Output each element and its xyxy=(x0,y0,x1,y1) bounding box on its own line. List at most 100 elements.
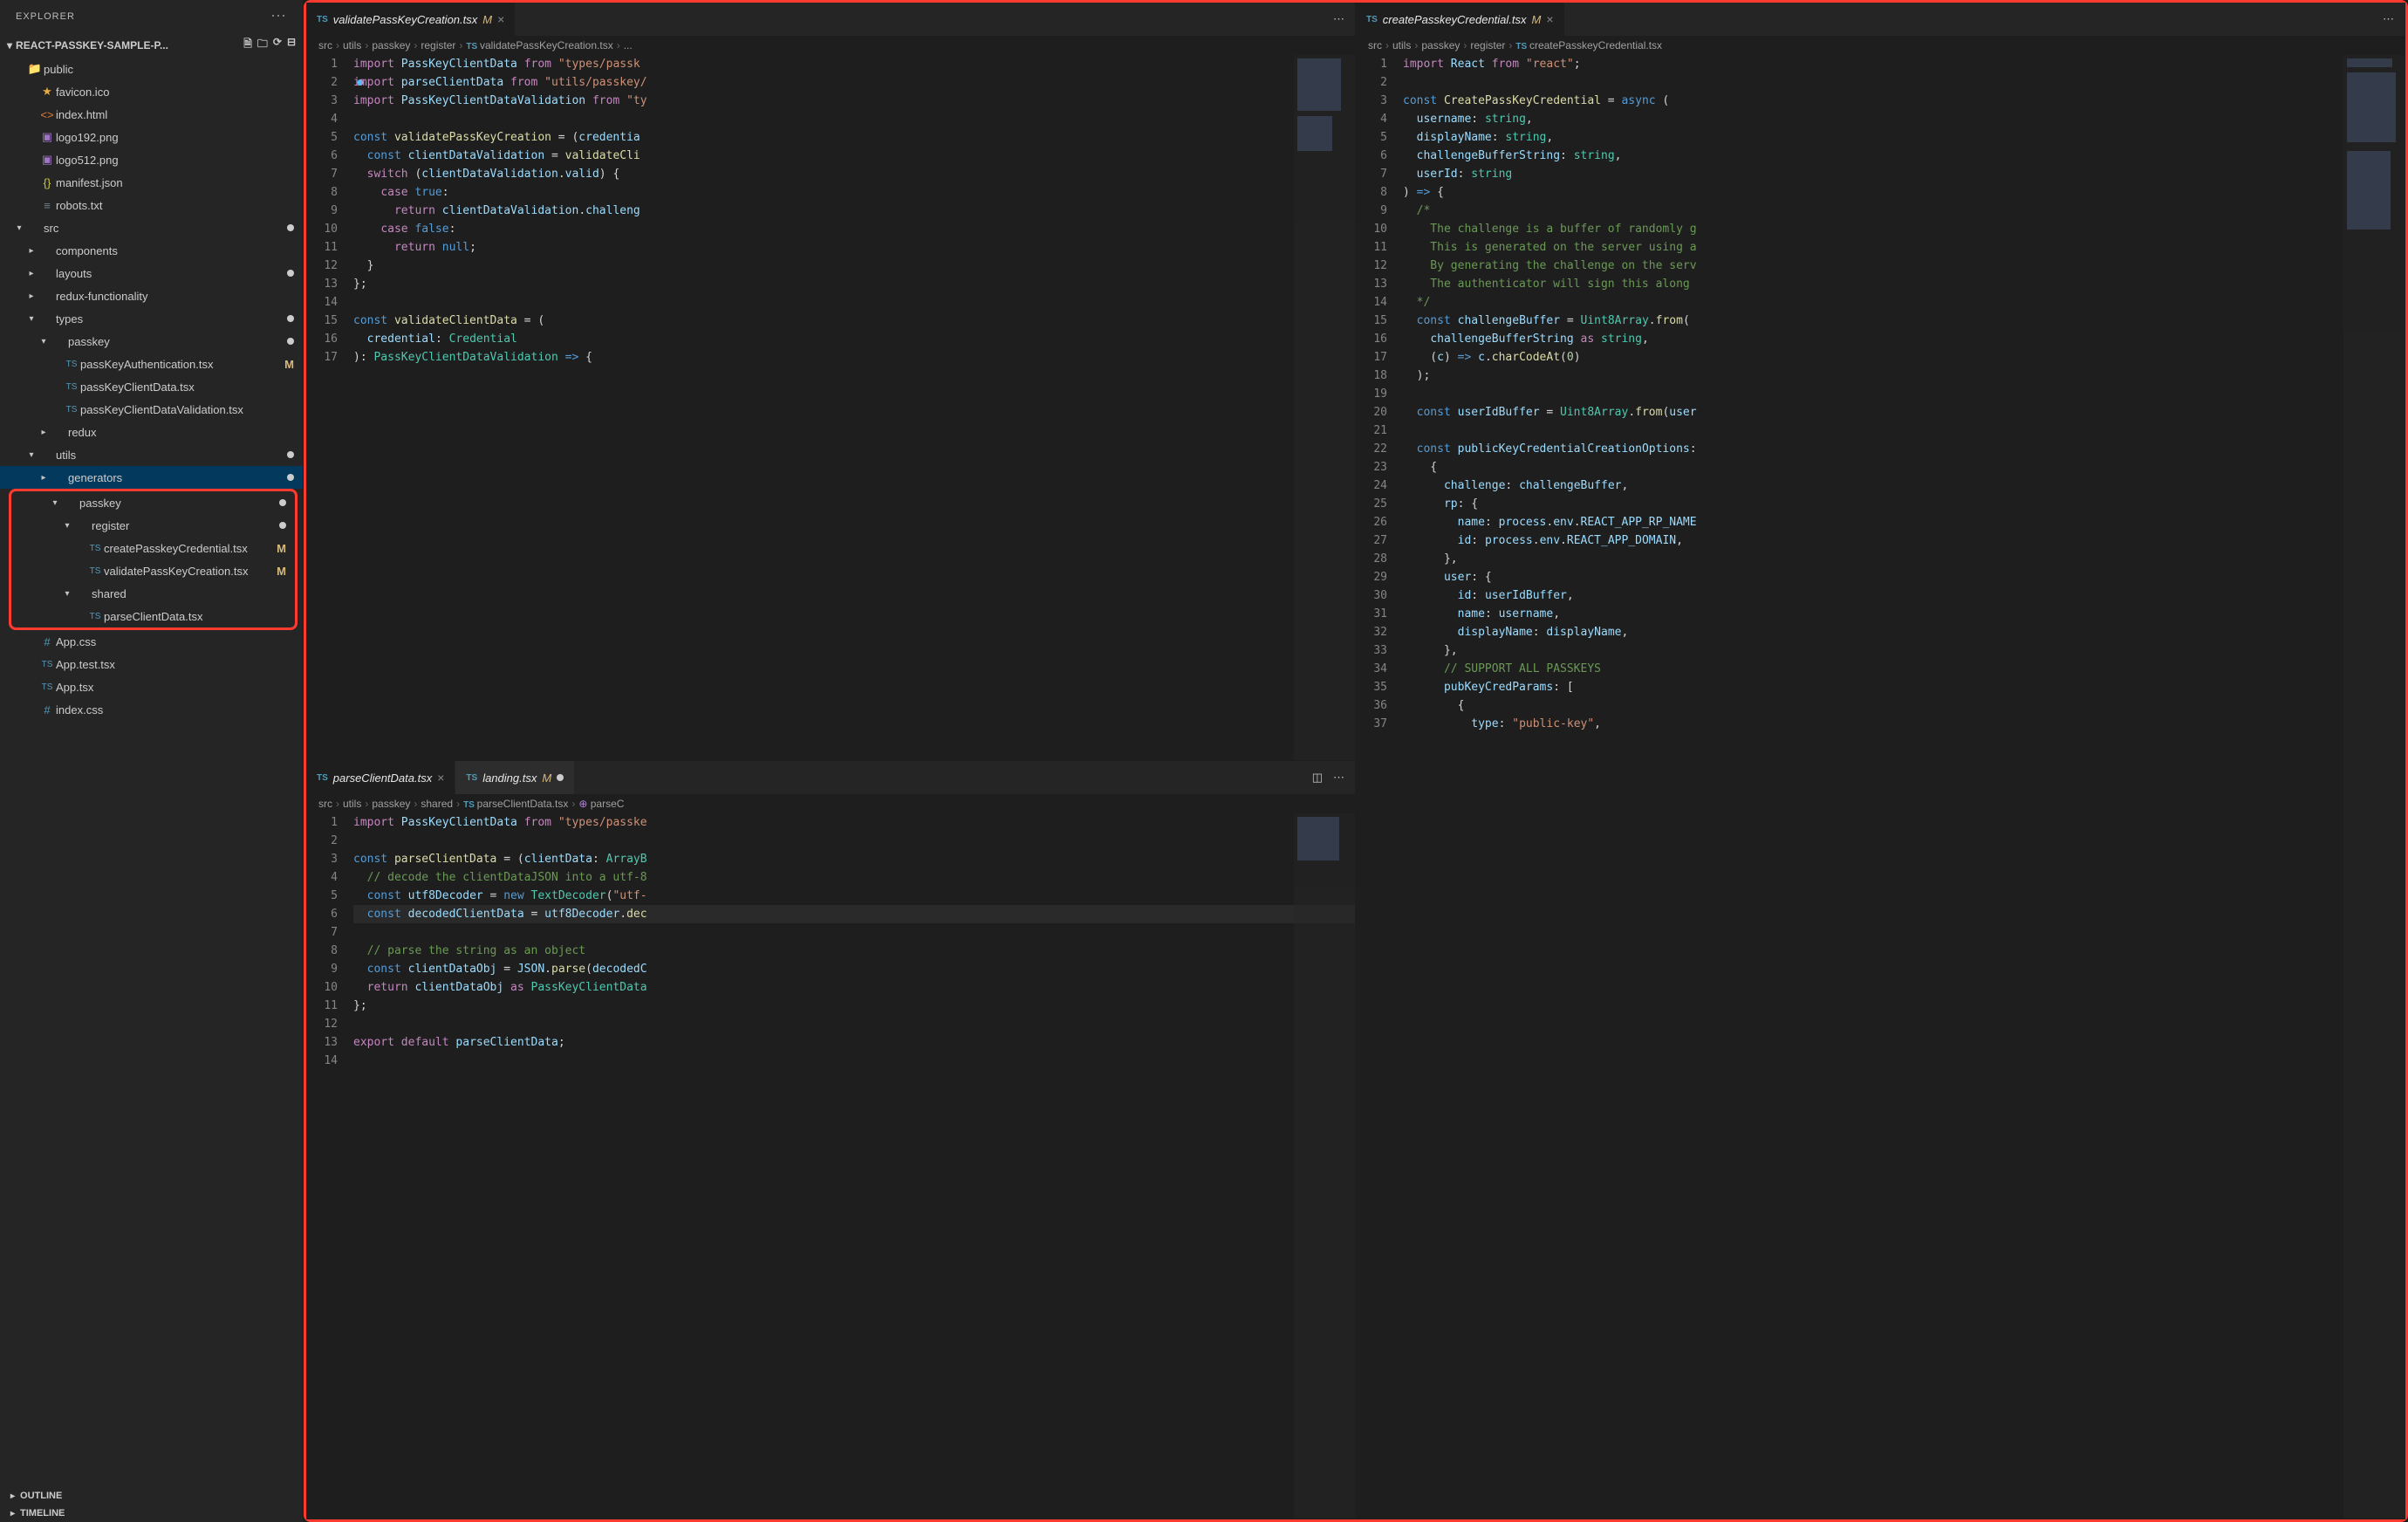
new-file-icon[interactable]: 🗎 xyxy=(243,36,252,54)
modified-badge: M xyxy=(284,358,294,371)
tree-item-redux[interactable]: ▸redux xyxy=(0,421,303,443)
tree-item-public[interactable]: 📁public xyxy=(0,58,303,80)
file-icon: TS xyxy=(63,405,80,415)
tree-item-src[interactable]: ▾src xyxy=(0,216,303,239)
project-header[interactable]: ▾ REACT-PASSKEY-SAMPLE-P... 🗎 🗀 ⟳ ⊟ xyxy=(0,32,303,58)
file-icon: TS xyxy=(63,360,80,369)
tree-item-logo512-png[interactable]: ▣logo512.png xyxy=(0,148,303,171)
tree-item-passkeyauthentication-tsx[interactable]: TSpassKeyAuthentication.tsxM xyxy=(0,353,303,375)
split-icon[interactable]: ◫ xyxy=(1312,771,1323,785)
dirty-dot-icon xyxy=(287,451,294,458)
dirty-dot-icon xyxy=(287,270,294,277)
code-editor[interactable]: 1234567891011121314151617181920212223242… xyxy=(1356,55,2405,1519)
file-icon: ★ xyxy=(38,85,56,99)
tree-item-createpasskeycredential-tsx[interactable]: TScreatePasskeyCredential.tsxM xyxy=(11,537,295,559)
breadcrumb-item[interactable]: passkey xyxy=(372,39,410,51)
tree-item-logo192-png[interactable]: ▣logo192.png xyxy=(0,126,303,148)
tree-item-manifest-json[interactable]: {}manifest.json xyxy=(0,171,303,194)
more-icon[interactable]: ⋯ xyxy=(1333,12,1344,26)
breadcrumb-item[interactable]: TS validatePassKeyCreation.tsx xyxy=(466,39,612,51)
minimap[interactable] xyxy=(1294,813,1355,1519)
tab-bar: TS validatePassKeyCreation.tsx M × ⋯ xyxy=(306,3,1355,36)
tree-item-validatepasskeycreation-tsx[interactable]: TSvalidatePassKeyCreation.tsxM xyxy=(11,559,295,582)
breadcrumb-item[interactable]: utils xyxy=(343,798,361,810)
tree-item-generators[interactable]: ▸generators xyxy=(0,466,303,489)
ts-icon: TS xyxy=(1366,15,1378,24)
tree-item-components[interactable]: ▸components xyxy=(0,239,303,262)
tree-item-shared[interactable]: ▾shared xyxy=(11,582,295,605)
tree-item-passkeyclientdatavalidation-tsx[interactable]: TSpassKeyClientDataValidation.tsx xyxy=(0,398,303,421)
tree-item-types[interactable]: ▾types xyxy=(0,307,303,330)
tree-item-favicon-ico[interactable]: ★favicon.ico xyxy=(0,80,303,103)
tab-landing[interactable]: TS landing.tsx M xyxy=(455,761,575,794)
chevron-right-icon: ▸ xyxy=(10,1491,15,1501)
breadcrumb[interactable]: src›utils›passkey›shared›TS parseClientD… xyxy=(306,794,1355,813)
breadcrumb-item[interactable]: src xyxy=(1368,39,1382,51)
tree-item-index-css[interactable]: #index.css xyxy=(0,698,303,721)
breadcrumb[interactable]: src›utils›passkey›register›TS createPass… xyxy=(1356,36,2405,55)
breadcrumb-item[interactable]: register xyxy=(1470,39,1505,51)
tree-item-passkey[interactable]: ▾passkey xyxy=(0,330,303,353)
breadcrumb-item[interactable]: src xyxy=(318,798,332,810)
tab-parseClientData[interactable]: TS parseClientData.tsx × xyxy=(306,761,455,794)
breadcrumb-item[interactable]: shared xyxy=(421,798,453,810)
breadcrumb-item[interactable]: ⊕ parseC xyxy=(578,798,624,810)
outline-section[interactable]: ▸ OUTLINE xyxy=(0,1487,303,1505)
tree-item-register[interactable]: ▾register xyxy=(11,514,295,537)
dirty-dot-icon xyxy=(287,315,294,322)
file-icon: TS xyxy=(38,660,56,669)
breadcrumb-item[interactable]: passkey xyxy=(372,798,410,810)
more-icon[interactable]: ⋯ xyxy=(2383,12,2394,26)
tree-item-app-css[interactable]: #App.css xyxy=(0,630,303,653)
file-icon: TS xyxy=(63,382,80,392)
chevron-down-icon: ▾ xyxy=(7,39,12,51)
editor-pane-validate: TS validatePassKeyCreation.tsx M × ⋯ src… xyxy=(306,3,1355,761)
file-icon: TS xyxy=(86,544,104,553)
tree-item-layouts[interactable]: ▸layouts xyxy=(0,262,303,285)
ts-icon: TS xyxy=(317,15,328,24)
tree-item-app-test-tsx[interactable]: TSApp.test.tsx xyxy=(0,653,303,675)
breadcrumb[interactable]: src›utils›passkey›register›TS validatePa… xyxy=(306,36,1355,55)
close-icon[interactable]: × xyxy=(1546,12,1553,26)
collapse-icon[interactable]: ⊟ xyxy=(287,36,296,54)
breadcrumb-item[interactable]: TS parseClientData.tsx xyxy=(463,798,568,810)
editor-column-2: TS createPasskeyCredential.tsx M × ⋯ src… xyxy=(1356,3,2405,1519)
file-icon: TS xyxy=(38,682,56,692)
new-folder-icon[interactable]: 🗀 xyxy=(257,36,268,54)
code-editor[interactable]: 1234567891011121314 import PassKeyClient… xyxy=(306,813,1355,1519)
timeline-section[interactable]: ▸ TIMELINE xyxy=(0,1505,303,1522)
tab-bar: TS parseClientData.tsx × TS landing.tsx … xyxy=(306,761,1355,794)
dirty-dot-icon xyxy=(279,499,286,506)
code-editor[interactable]: 1234567891011121314151617 import PassKey… xyxy=(306,55,1355,760)
tab-validatePassKeyCreation[interactable]: TS validatePassKeyCreation.tsx M × xyxy=(306,3,516,36)
breadcrumb-item[interactable]: src xyxy=(318,39,332,51)
tree-item-utils[interactable]: ▾utils xyxy=(0,443,303,466)
tab-createPasskeyCredential[interactable]: TS createPasskeyCredential.tsx M × xyxy=(1356,3,1565,36)
ts-icon: TS xyxy=(317,773,328,783)
minimap[interactable] xyxy=(1294,55,1355,760)
more-icon[interactable]: ⋯ xyxy=(1333,771,1344,785)
file-tree[interactable]: 📁public★favicon.ico<>index.html▣logo192.… xyxy=(0,58,303,1487)
dirty-dot-icon xyxy=(287,474,294,481)
editor-pane-createPasskeyCredential: TS createPasskeyCredential.tsx M × ⋯ src… xyxy=(1356,3,2405,1519)
close-icon[interactable]: × xyxy=(497,12,504,26)
breadcrumb-item[interactable]: utils xyxy=(343,39,361,51)
minimap[interactable] xyxy=(2343,55,2405,1519)
tree-item-redux-functionality[interactable]: ▸redux-functionality xyxy=(0,285,303,307)
file-icon: TS xyxy=(86,612,104,621)
tree-item-app-tsx[interactable]: TSApp.tsx xyxy=(0,675,303,698)
breadcrumb-item[interactable]: ... xyxy=(624,39,633,51)
tree-item-passkeyclientdata-tsx[interactable]: TSpassKeyClientData.tsx xyxy=(0,375,303,398)
breadcrumb-item[interactable]: utils xyxy=(1392,39,1411,51)
tree-item-index-html[interactable]: <>index.html xyxy=(0,103,303,126)
tree-item-parseclientdata-tsx[interactable]: TSparseClientData.tsx xyxy=(11,605,295,627)
refresh-icon[interactable]: ⟳ xyxy=(273,36,282,54)
tree-item-passkey[interactable]: ▾passkey xyxy=(11,491,295,514)
breadcrumb-item[interactable]: TS createPasskeyCredential.tsx xyxy=(1515,39,1662,51)
breadcrumb-item[interactable]: register xyxy=(421,39,455,51)
tree-item-robots-txt[interactable]: ≡robots.txt xyxy=(0,194,303,216)
breadcrumb-item[interactable]: passkey xyxy=(1421,39,1460,51)
close-icon[interactable]: × xyxy=(437,771,444,785)
explorer-more-icon[interactable]: ⋯ xyxy=(270,7,287,25)
file-icon: ▣ xyxy=(38,153,56,167)
